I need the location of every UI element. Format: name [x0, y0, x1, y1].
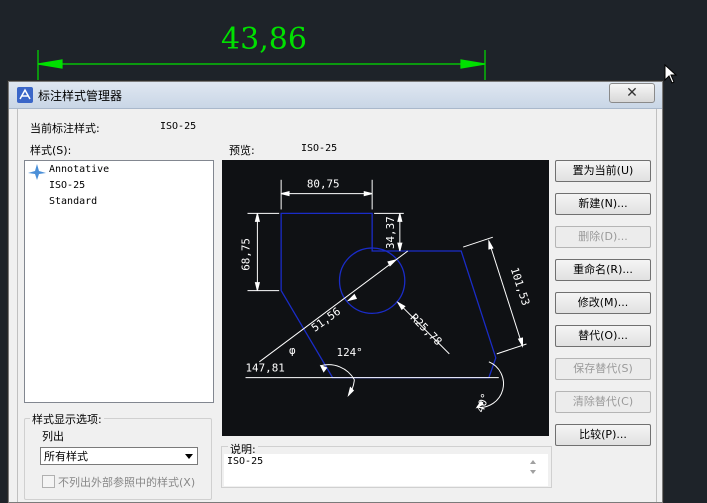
preview-dim-text: 147,81 [246, 362, 285, 375]
delete-style-button[interactable]: 删除(D)... [555, 226, 651, 248]
preview-dim-text: 51,56 [309, 305, 343, 335]
close-button[interactable]: ✕ [609, 83, 655, 103]
current-style-label: 当前标注样式: [30, 122, 100, 135]
clear-override-button[interactable]: 清除替代(C) [555, 391, 651, 413]
style-item-label: Annotative [49, 164, 110, 175]
mouse-cursor-icon [664, 64, 678, 84]
chevron-down-icon [185, 454, 193, 459]
rename-style-button[interactable]: 重命名(R)... [555, 259, 651, 281]
preview-style-value: ISO-25 [301, 143, 338, 154]
preview-pane: 80,75 68,75 34,37 101,53 51,56 R25,78 12… [222, 160, 549, 436]
preview-dim-text: 80,75 [307, 178, 340, 191]
dimension-value-text: 43,86 [221, 22, 307, 57]
new-style-button[interactable]: 新建(N)... [555, 193, 651, 215]
scroll-down-icon [530, 470, 536, 474]
dialog-titlebar[interactable]: 标注样式管理器 ✕ [9, 82, 662, 109]
modify-style-button[interactable]: 修改(M)... [555, 292, 651, 314]
list-item[interactable]: ISO-25 [25, 179, 211, 193]
description-scrollbar[interactable] [526, 458, 540, 490]
exclude-xref-label: 不列出外部参照中的样式(X) [58, 476, 196, 489]
compare-button[interactable]: 比较(P)... [555, 424, 651, 446]
override-style-button[interactable]: 替代(O)... [555, 325, 651, 347]
dimstyle-app-icon [17, 87, 33, 103]
exclude-xref-checkbox[interactable] [42, 475, 55, 488]
description-text: ISO-25 [227, 456, 264, 467]
scroll-up-icon [530, 460, 536, 464]
set-current-button[interactable]: 置为当前(U) [555, 160, 651, 182]
current-style-value: ISO-25 [160, 121, 197, 132]
list-item[interactable]: Annotative [25, 163, 211, 180]
list-filter-select[interactable]: 所有样式 [40, 447, 198, 465]
preview-dim-text: R25,78 [408, 311, 445, 348]
list-filter-selected: 所有样式 [44, 450, 88, 463]
annotative-icon [28, 164, 46, 180]
list-item[interactable]: Standard [25, 195, 211, 209]
styles-listbox[interactable]: Annotative ISO-25 Standard [24, 160, 214, 403]
display-options-label: 样式显示选项: [30, 411, 104, 427]
preview-dim-text: 40° [474, 391, 493, 414]
dialog-title: 标注样式管理器 [38, 89, 123, 103]
diameter-symbol: φ [289, 344, 296, 357]
style-item-label: ISO-25 [49, 180, 86, 191]
style-item-label: Standard [49, 196, 98, 207]
preview-dim-text: 34,37 [384, 216, 397, 249]
save-override-button[interactable]: 保存替代(S) [555, 358, 651, 380]
preview-dim-text: 101,53 [508, 266, 533, 307]
list-label: 列出 [42, 430, 64, 443]
description-box: ISO-25 [224, 454, 548, 486]
preview-dim-text: 124° [337, 346, 363, 359]
styles-label: 样式(S): [30, 144, 72, 157]
preview-dim-text: 68,75 [239, 238, 252, 271]
preview-label: 预览: [229, 144, 255, 157]
